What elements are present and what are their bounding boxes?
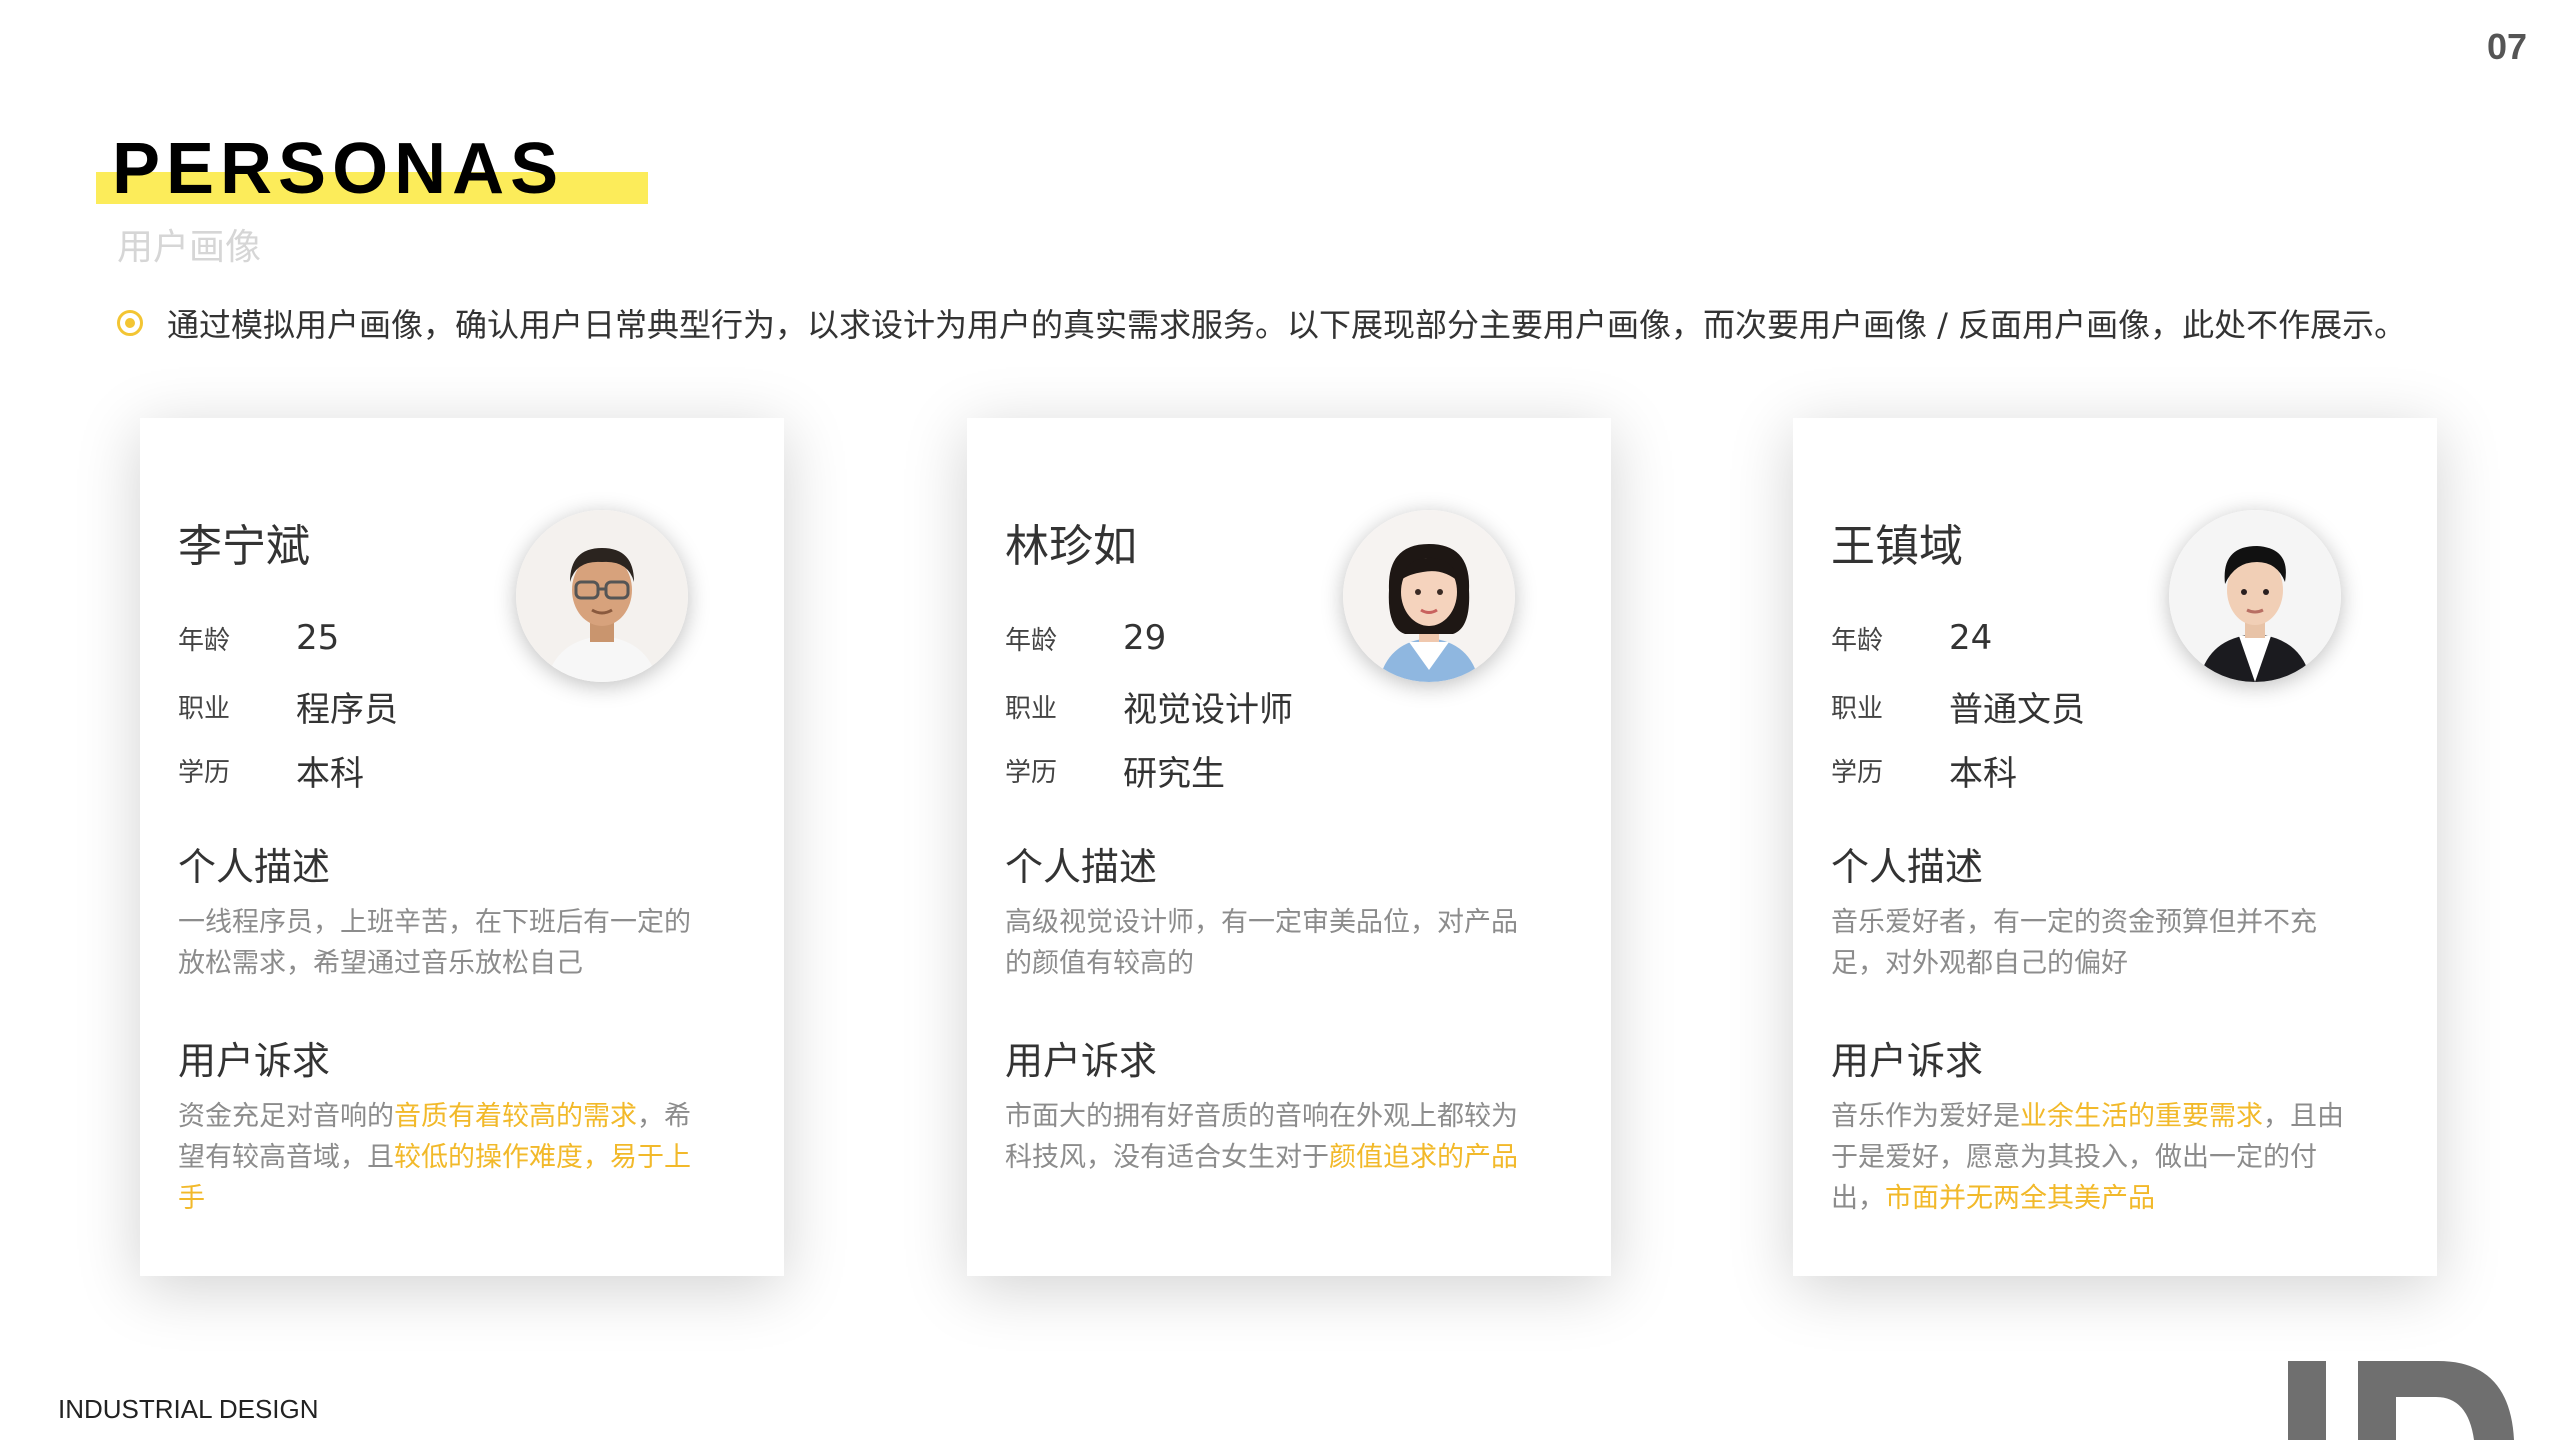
age-value: 29 — [1123, 618, 1167, 658]
page-subtitle: 用户画像 — [117, 227, 262, 268]
info-row-edu: 学历 本科 — [1831, 746, 2017, 795]
need-text: 市面大的拥有好音质的音响在外观上都较为科技风，没有适合女生对于颜值追求的产品 — [1005, 1096, 1535, 1178]
bullet-icon — [117, 310, 143, 336]
persona-name: 王镇域 — [1831, 521, 1963, 572]
edu-label: 学历 — [178, 758, 231, 788]
desc-text: 高级视觉设计师，有一定审美品位，对产品的颜值有较高的 — [1005, 907, 1518, 979]
edu-value: 本科 — [296, 754, 364, 794]
info-row-edu: 学历 研究生 — [1005, 746, 1225, 795]
woman-avatar-icon — [1343, 510, 1515, 682]
edu-label: 学历 — [1831, 758, 1884, 788]
title-block: PERSONAS — [96, 132, 648, 206]
desc-title: 个人描述 — [1831, 845, 1984, 889]
need-title: 用户诉求 — [1831, 1039, 1984, 1083]
info-row-job: 职业 视觉设计师 — [1005, 682, 1293, 731]
slide: 07 PERSONAS 用户画像 通过模拟用户画像，确认用户日常典型行为，以求设… — [0, 0, 2560, 1440]
desc-title: 个人描述 — [178, 845, 331, 889]
man-glasses-avatar-icon — [516, 510, 688, 682]
persona-name: 林珍如 — [1005, 521, 1137, 572]
brand-logo-icon — [2288, 1361, 2514, 1440]
page-number: 07 — [2486, 26, 2527, 67]
info-row-edu: 学历 本科 — [178, 746, 364, 795]
need-highlight: 业余生活的重要需求 — [2020, 1101, 2263, 1132]
age-label: 年龄 — [1005, 625, 1058, 656]
need-text: 音乐作为爱好是业余生活的重要需求，且由于是爱好，愿意为其投入，做出一定的付出，市… — [1831, 1096, 2361, 1219]
job-value: 普通文员 — [1949, 690, 2085, 730]
need-highlight: 颜值追求的产品 — [1329, 1142, 1518, 1173]
need-highlight: 音质有着较高的需求 — [394, 1101, 637, 1132]
need-text-part: 音乐作为爱好是 — [1831, 1101, 2020, 1132]
edu-value: 本科 — [1949, 754, 2017, 794]
intro-row: 通过模拟用户画像，确认用户日常典型行为，以求设计为用户的真实需求服务。以下展现部… — [117, 300, 2406, 346]
page-title: PERSONAS — [112, 129, 565, 209]
persona-card: 王镇域 年龄 24 职业 普通文员 学历 本科 个人描述 音乐爱好者，有一定的资… — [1793, 418, 2437, 1276]
age-value: 25 — [296, 618, 340, 658]
info-row-age: 年龄 25 — [178, 618, 339, 658]
need-title: 用户诉求 — [178, 1039, 331, 1083]
footer-brand: INDUSTRIAL DESIGN — [58, 1394, 319, 1424]
info-row-job: 职业 程序员 — [178, 682, 398, 731]
job-label: 职业 — [1005, 694, 1058, 724]
job-value: 视觉设计师 — [1123, 690, 1293, 730]
job-label: 职业 — [1831, 694, 1884, 724]
need-highlight: 市面并无两全其美产品 — [1885, 1183, 2155, 1214]
intro-text: 通过模拟用户画像，确认用户日常典型行为，以求设计为用户的真实需求服务。以下展现部… — [167, 306, 2407, 344]
desc-text: 一线程序员，上班辛苦，在下班后有一定的放松需求，希望通过音乐放松自己 — [178, 907, 691, 979]
desc-text: 音乐爱好者，有一定的资金预算但并不充足，对外观都自己的偏好 — [1831, 907, 2317, 979]
need-title: 用户诉求 — [1005, 1039, 1158, 1083]
persona-card: 李宁斌 年龄 25 职业 程序员 学历 本科 个人描述 一线程序员，上班辛苦，在… — [140, 418, 784, 1276]
info-row-age: 年龄 24 — [1831, 618, 1992, 658]
need-text: 资金充足对音响的音质有着较高的需求，希望有较高音域，且较低的操作难度，易于上手 — [178, 1096, 708, 1219]
persona-card: 林珍如 年龄 29 职业 视觉设计师 学历 研究生 个人描述 高级视觉设计师，有… — [967, 418, 1611, 1276]
job-label: 职业 — [178, 694, 231, 724]
desc-title: 个人描述 — [1005, 845, 1158, 889]
persona-name: 李宁斌 — [178, 521, 310, 572]
info-row-age: 年龄 29 — [1005, 618, 1166, 658]
age-value: 24 — [1949, 618, 1993, 658]
info-row-job: 职业 普通文员 — [1831, 682, 2085, 731]
need-text-part: 资金充足对音响的 — [178, 1101, 394, 1132]
edu-label: 学历 — [1005, 758, 1058, 788]
man-suit-avatar-icon — [2169, 510, 2341, 682]
job-value: 程序员 — [296, 690, 398, 730]
edu-value: 研究生 — [1123, 754, 1225, 794]
age-label: 年龄 — [178, 625, 231, 656]
age-label: 年龄 — [1831, 625, 1884, 656]
